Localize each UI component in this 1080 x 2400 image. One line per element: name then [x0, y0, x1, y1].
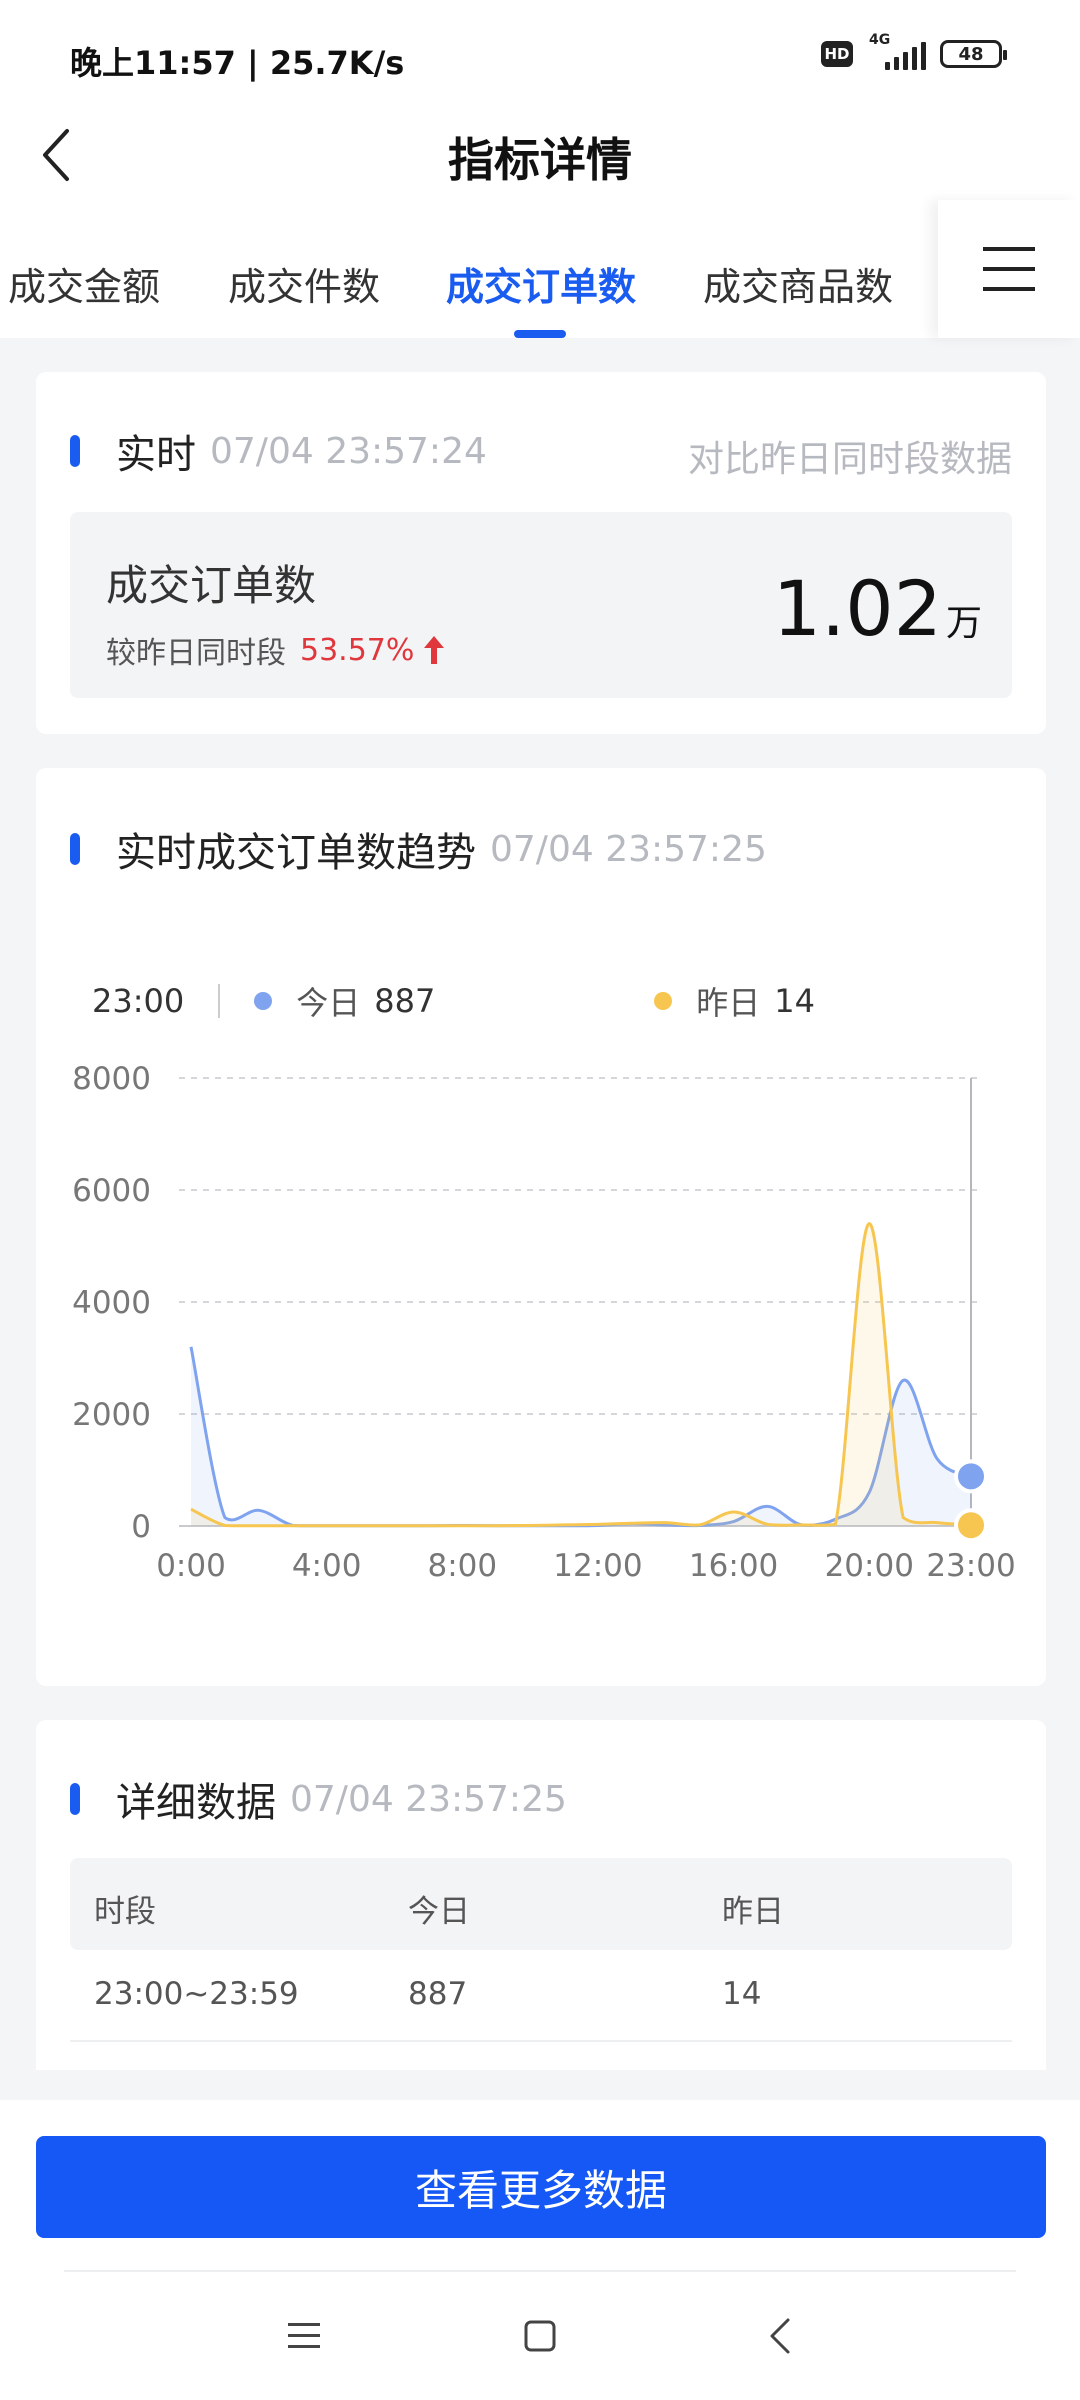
- active-tab-indicator: [514, 330, 566, 338]
- legend-time: 23:00: [92, 982, 185, 1020]
- metric-tabs: 成交金额 成交件数 成交订单数 成交商品数: [0, 200, 1080, 338]
- page-title: 指标详情: [448, 133, 632, 187]
- compare-note: 对比昨日同时段数据: [687, 439, 1012, 480]
- column-header-today: 今日: [408, 1894, 470, 1930]
- view-more-data-button[interactable]: 查看更多数据: [36, 2136, 1046, 2238]
- y-tick-label: 6000: [72, 1173, 151, 1209]
- details-title-row: 详细数据 07/04 23:57:25: [70, 1770, 567, 1828]
- today-dot-icon: [254, 992, 273, 1010]
- legend-separator: [218, 984, 221, 1018]
- hd-icon: HD: [821, 41, 853, 67]
- table-header: 时段 今日 昨日: [70, 1858, 1012, 1950]
- bottom-area: 查看更多数据: [0, 2100, 1080, 2400]
- realtime-title: 实时: [116, 432, 196, 478]
- column-header-yesterday: 昨日: [722, 1894, 784, 1930]
- legend-today-label: 今日: [296, 984, 361, 1022]
- tab-menu-button[interactable]: [938, 200, 1080, 338]
- cell-today: 887: [408, 1976, 468, 2012]
- details-title: 详细数据: [116, 1780, 276, 1826]
- compare-label: 较昨日同时段: [106, 636, 286, 671]
- nav-back-button[interactable]: [740, 2300, 820, 2372]
- cell-yesterday: 14: [722, 1976, 762, 2012]
- compare-percentage: 53.57%: [300, 632, 415, 668]
- highlight-point-0: [954, 1459, 988, 1494]
- tab-transaction-products[interactable]: 成交商品数: [703, 256, 893, 311]
- status-bar: 晚上11:57 | 25.7K/s HD 4G 48: [0, 0, 1080, 110]
- header: 指标详情: [0, 110, 1080, 200]
- highlight-point-1: [954, 1508, 988, 1543]
- title-marker: [70, 833, 80, 865]
- x-tick-label: 16:00: [689, 1548, 778, 1584]
- battery-icon: 48: [940, 40, 1007, 68]
- square-home-icon: [524, 2320, 556, 2352]
- realtime-card: 实时 07/04 23:57:24 对比昨日同时段数据 成交订单数 较昨日同时段…: [36, 372, 1046, 734]
- legend-today-value: 887: [374, 982, 436, 1020]
- nav-home-button[interactable]: [500, 2300, 580, 2372]
- title-marker: [70, 1783, 80, 1815]
- details-card: 详细数据 07/04 23:57:25 时段 今日 昨日 23:00~23:59…: [36, 1720, 1046, 2070]
- metric-value: 1.02 万: [773, 564, 982, 653]
- network-type: 4G: [869, 32, 891, 48]
- series-area-1: [191, 1223, 971, 1526]
- yesterday-dot-icon: [654, 992, 673, 1010]
- legend-today: 今日 887: [254, 978, 654, 1024]
- y-tick-label: 4000: [72, 1285, 151, 1321]
- table-row: 23:00~23:59 887 14: [70, 1950, 1012, 2042]
- x-tick-label: 8:00: [427, 1548, 497, 1584]
- y-tick-label: 8000: [72, 1061, 151, 1097]
- x-tick-label: 4:00: [292, 1548, 362, 1584]
- metric-number: 1.02: [772, 564, 942, 653]
- tab-transaction-items[interactable]: 成交件数: [228, 256, 380, 311]
- metric-compare: 较昨日同时段 53.57%: [106, 628, 445, 672]
- x-tick-label: 23:00: [926, 1548, 1015, 1584]
- tab-transaction-amount[interactable]: 成交金额: [8, 256, 160, 311]
- x-tick-label: 20:00: [825, 1548, 914, 1584]
- legend-yesterday-value: 14: [774, 982, 815, 1020]
- metric-unit: 万: [945, 603, 982, 644]
- arrow-up-icon: [424, 636, 445, 664]
- legend-yesterday-label: 昨日: [696, 984, 761, 1022]
- x-tick-label: 0:00: [156, 1548, 226, 1584]
- tab-transaction-orders[interactable]: 成交订单数: [446, 256, 636, 311]
- trend-card: 实时成交订单数趋势 07/04 23:57:25 23:00 今日 887 昨日…: [36, 768, 1046, 1686]
- legend-yesterday: 昨日 14: [654, 978, 815, 1024]
- chevron-left-icon: [770, 2318, 790, 2354]
- trend-title-row: 实时成交订单数趋势 07/04 23:57:25: [70, 820, 767, 878]
- menu-icon: [983, 247, 1035, 291]
- nav-divider: [64, 2270, 1016, 2272]
- trend-time: 07/04 23:57:25: [490, 828, 767, 870]
- nav-menu-button[interactable]: [264, 2300, 344, 2372]
- battery-level: 48: [958, 43, 984, 65]
- realtime-time: 07/04 23:57:24: [210, 430, 487, 472]
- title-marker: [70, 435, 80, 467]
- realtime-title-row: 实时 07/04 23:57:24: [70, 422, 487, 480]
- y-tick-label: 0: [131, 1509, 151, 1545]
- status-icons: HD 4G 48: [821, 32, 1007, 70]
- metric-summary: 成交订单数 较昨日同时段 53.57% 1.02 万: [70, 512, 1012, 698]
- metric-label: 成交订单数: [106, 561, 317, 610]
- status-time: 晚上11:57 | 25.7K/s: [70, 44, 405, 82]
- chart-legend: 23:00 今日 887 昨日 14: [92, 978, 815, 1024]
- trend-chart[interactable]: 0 2000 4000 6000 8000 0:00 4:00 8:00 12:00 16:00 2…: [36, 1058, 1046, 1698]
- menu-icon: [288, 2323, 320, 2348]
- x-tick-label: 12:00: [553, 1548, 642, 1584]
- details-time: 07/04 23:57:25: [290, 1778, 567, 1820]
- cell-period: 23:00~23:59: [94, 1976, 299, 2012]
- column-header-period: 时段: [94, 1894, 156, 1930]
- y-tick-label: 2000: [72, 1397, 151, 1433]
- signal-icon: 4G: [867, 32, 926, 70]
- trend-title: 实时成交订单数趋势: [116, 830, 476, 876]
